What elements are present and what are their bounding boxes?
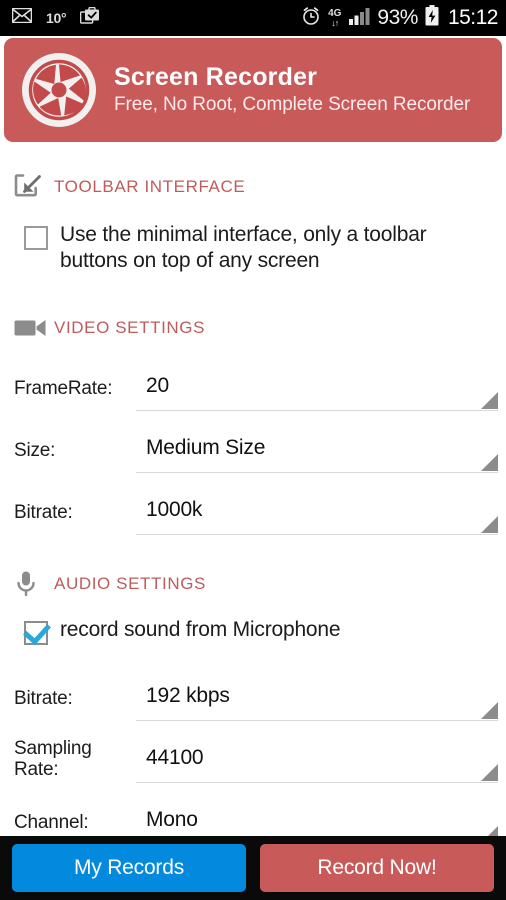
audio-microphone-row[interactable]: record sound from Microphone (0, 617, 506, 645)
status-bar: 10° 4G ↓↑ 93% 15:12 (0, 0, 506, 36)
section-title-audio: AUDIO SETTINGS (54, 573, 206, 593)
bottom-action-bar: My Records Record Now! (0, 836, 506, 900)
section-title-video: VIDEO SETTINGS (54, 317, 206, 337)
battery-percent: 93% (377, 6, 418, 29)
screen-recorder-app: 10° 4G ↓↑ 93% 15:12 Screen Recorder Free… (0, 0, 506, 900)
microphone-icon (14, 570, 54, 598)
spinner-channel[interactable]: Mono (136, 797, 498, 836)
spinner-video-bitrate[interactable]: 1000k (136, 487, 498, 535)
spinner-audio-bitrate[interactable]: 192 kbps (136, 673, 498, 721)
app-subtitle: Free, No Root, Complete Screen Recorder (114, 93, 471, 115)
my-records-button[interactable]: My Records (12, 844, 246, 892)
app-title: Screen Recorder (114, 62, 318, 91)
value-video-bitrate: 1000k (146, 498, 203, 521)
spinner-row-size[interactable]: Size: Medium Size (0, 411, 506, 473)
camera-aperture-logo (18, 49, 100, 131)
status-bar-right: 4G ↓↑ 93% 15:12 (301, 5, 499, 31)
section-header-audio: AUDIO SETTINGS (0, 563, 506, 605)
spinner-row-audio-bitrate[interactable]: Bitrate: 192 kbps (0, 659, 506, 721)
clock-time: 15:12 (447, 6, 499, 29)
label-size: Size: (14, 439, 56, 461)
temperature-indicator: 10° (46, 10, 67, 26)
minimize-arrow-icon (14, 173, 54, 201)
value-sampling-rate: 44100 (146, 746, 204, 769)
signal-bars-icon (348, 7, 370, 30)
battery-charging-icon (425, 5, 439, 31)
mail-icon (11, 7, 33, 28)
toolbar-minimal-interface-row[interactable]: Use the minimal interface, only a toolba… (0, 222, 506, 275)
toolbar-minimal-interface-checkbox[interactable] (24, 226, 48, 250)
spinner-dropdown-triangle-icon[interactable] (481, 453, 498, 471)
value-audio-bitrate: 192 kbps (146, 684, 230, 707)
video-camera-icon (14, 317, 54, 339)
app-header-text: Screen Recorder Free, No Root, Complete … (114, 63, 470, 117)
value-framerate: 20 (146, 374, 169, 397)
spinner-row-framerate[interactable]: FrameRate: 20 (0, 349, 506, 411)
spinner-dropdown-triangle-icon[interactable] (481, 391, 498, 409)
audio-microphone-checkbox[interactable] (24, 620, 48, 645)
work-profile-icon (80, 6, 100, 30)
spinner-dropdown-triangle-icon[interactable] (481, 701, 498, 719)
label-audio-bitrate: Bitrate: (14, 687, 73, 709)
spinner-dropdown-triangle-icon[interactable] (481, 515, 498, 533)
network-label: 4G (328, 7, 342, 19)
value-size: Medium Size (146, 436, 266, 459)
section-header-toolbar: TOOLBAR INTERFACE (0, 166, 506, 208)
spinner-framerate[interactable]: 20 (136, 363, 498, 411)
value-channel: Mono (146, 808, 198, 831)
alarm-clock-icon (301, 6, 321, 31)
label-framerate: FrameRate: (14, 377, 113, 399)
record-now-button[interactable]: Record Now! (260, 844, 494, 892)
settings-content[interactable]: TOOLBAR INTERFACE Use the minimal interf… (0, 150, 506, 836)
app-header-card: Screen Recorder Free, No Root, Complete … (4, 38, 502, 142)
label-video-bitrate: Bitrate: (14, 501, 73, 523)
toolbar-minimal-interface-label: Use the minimal interface, only a toolba… (60, 223, 427, 273)
audio-microphone-label: record sound from Microphone (60, 618, 341, 642)
spinner-row-channel[interactable]: Channel: Mono (0, 783, 506, 836)
spinner-row-video-bitrate[interactable]: Bitrate: 1000k (0, 473, 506, 535)
spinner-dropdown-triangle-icon[interactable] (481, 763, 498, 781)
spinner-size[interactable]: Medium Size (136, 425, 498, 473)
status-bar-left: 10° (11, 6, 100, 30)
network-arrows: ↓↑ (331, 17, 339, 28)
section-header-video: VIDEO SETTINGS (0, 307, 506, 349)
spinner-dropdown-triangle-icon[interactable] (481, 825, 498, 836)
section-title-toolbar: TOOLBAR INTERFACE (54, 177, 246, 196)
network-type-icon: 4G ↓↑ (328, 7, 342, 28)
label-sampling-rate: Sampling Rate: (14, 737, 92, 780)
spinner-row-sampling-rate[interactable]: Sampling Rate: 44100 (0, 721, 506, 783)
spinner-sampling-rate[interactable]: 44100 (136, 735, 498, 783)
label-channel: Channel: (14, 811, 89, 833)
